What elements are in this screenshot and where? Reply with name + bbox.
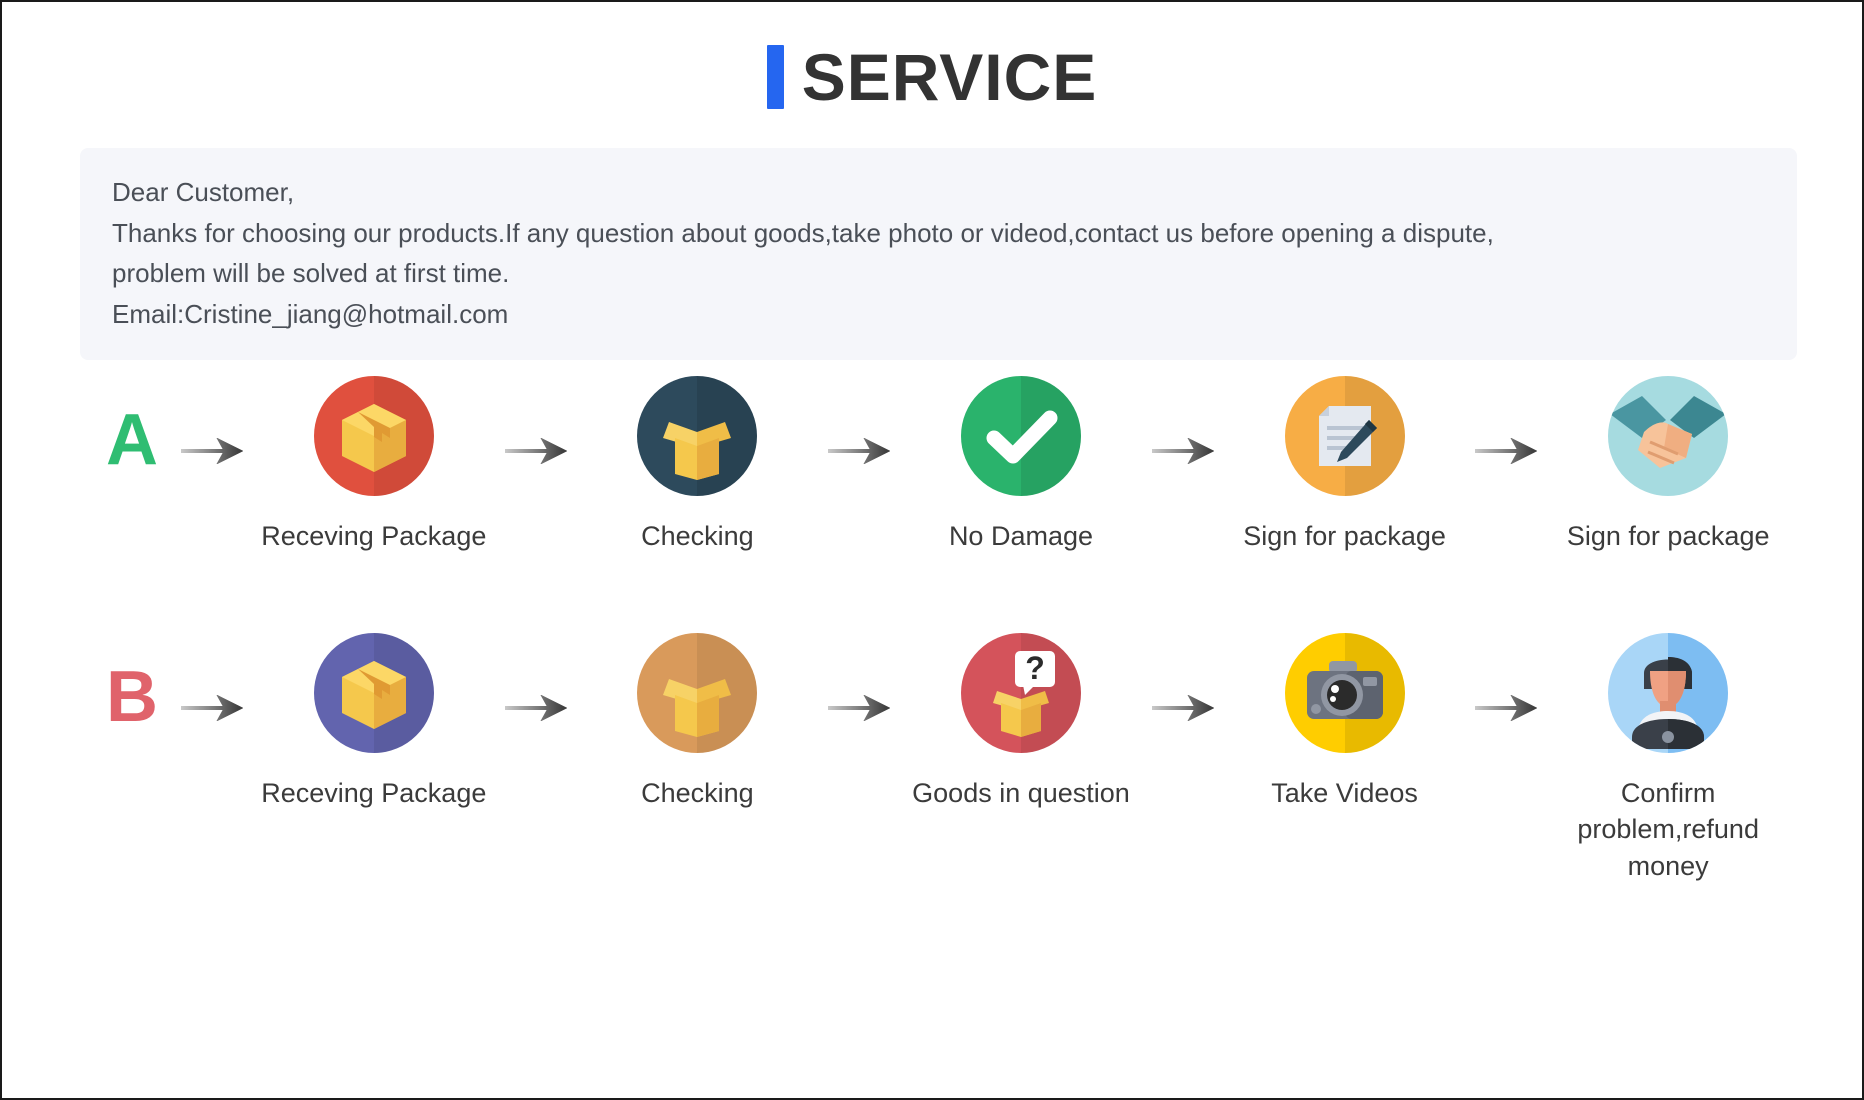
step-label: Receving Package	[261, 521, 487, 552]
step-b-3[interactable]: ? Goods in question	[901, 632, 1141, 811]
document-pen-signature-icon	[1284, 376, 1405, 497]
arrow-right-icon	[1141, 633, 1225, 721]
arrow-right-icon	[817, 633, 901, 721]
arrow-right-icon	[170, 376, 254, 465]
question-box-icon: ?	[960, 632, 1081, 753]
step-label: Checking	[641, 521, 754, 552]
step-b-4[interactable]: Take Videos	[1225, 632, 1465, 811]
step-b-2[interactable]: Checking	[578, 632, 818, 811]
arrow-right-icon	[817, 376, 901, 465]
step-a-3[interactable]: No Damage	[901, 376, 1141, 554]
step-label: Receving Package	[261, 777, 487, 808]
handshake-icon	[1608, 376, 1729, 497]
notice-line-email: Email:Cristine_jiang@hotmail.com	[112, 298, 509, 329]
arrow-right-icon	[494, 376, 578, 465]
step-a-1[interactable]: Receving Package	[254, 376, 494, 554]
customer-notice-box: Dear Customer, Thanks for choosing our p…	[80, 148, 1797, 361]
flow-letter-b: B	[106, 656, 158, 737]
open-package-box-icon	[637, 376, 758, 497]
support-person-icon	[1608, 632, 1729, 753]
title-accent-bar-icon	[766, 45, 784, 109]
closed-package-box-icon	[313, 632, 434, 753]
step-label: Sign for package	[1243, 521, 1446, 552]
step-label: No Damage	[948, 521, 1094, 552]
closed-package-box-icon	[313, 376, 434, 497]
camera-icon	[1284, 632, 1405, 753]
step-a-2[interactable]: Checking	[578, 376, 818, 554]
arrow-right-icon	[170, 633, 254, 721]
page-title-text: SERVICE	[801, 40, 1098, 114]
flow-row-b: B Receving Package Checking ? Goods in q…	[2, 632, 1862, 884]
step-b-5[interactable]: Confirm problem,refund money	[1548, 632, 1788, 884]
step-b-1[interactable]: Receving Package	[254, 632, 494, 811]
step-a-4[interactable]: Sign for package	[1225, 376, 1465, 554]
arrow-right-icon	[494, 633, 578, 721]
step-label: Checking	[641, 777, 754, 808]
arrow-right-icon	[1464, 376, 1548, 465]
service-info-page: SERVICE Dear Customer, Thanks for choosi…	[0, 0, 1864, 1100]
checkmark-icon	[960, 376, 1081, 497]
step-label: Goods in question	[912, 777, 1130, 808]
step-label: Take Videos	[1271, 777, 1418, 808]
notice-line-greeting: Dear Customer,	[112, 177, 295, 207]
flow-row-a: A Receving Package Checking No Damage Si…	[2, 376, 1862, 554]
svg-text:?: ?	[1025, 650, 1045, 686]
step-a-5[interactable]: Sign for package	[1548, 376, 1788, 554]
arrow-right-icon	[1464, 633, 1548, 721]
notice-line-body: Thanks for choosing our products.If any …	[112, 217, 1494, 248]
step-label: Confirm problem,refund money	[1577, 777, 1759, 881]
open-package-box-icon	[637, 632, 758, 753]
step-label: Sign for package	[1566, 521, 1770, 552]
flow-letter-a: A	[106, 400, 158, 481]
arrow-right-icon	[1141, 376, 1225, 465]
notice-line-body-continued: problem will be solved at first time.	[112, 258, 510, 289]
page-title: SERVICE	[2, 44, 1862, 110]
